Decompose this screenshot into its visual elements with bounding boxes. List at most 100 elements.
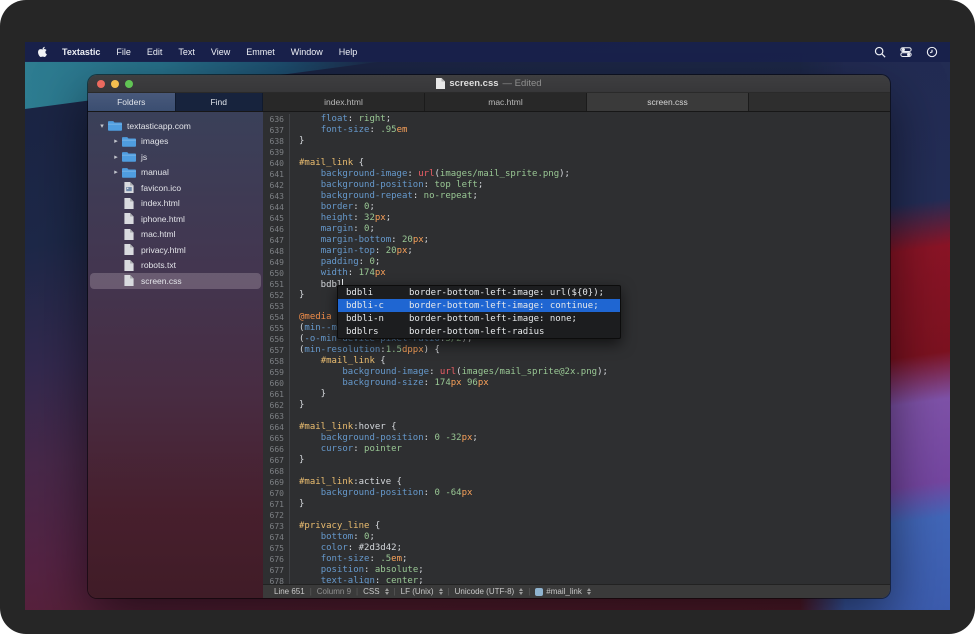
tree-item-favicon-ico[interactable]: favicon.ico	[90, 180, 261, 196]
editor-tab-index-html[interactable]: index.html	[263, 93, 425, 111]
editor-column: 636 float: right;637 font-size: .95em638…	[263, 112, 890, 598]
editor-tab-screen-css[interactable]: screen.css	[587, 93, 749, 111]
code-text: #mail_link {	[290, 356, 386, 367]
code-text: bdbl	[290, 279, 343, 290]
tree-item-label: mac.html	[141, 229, 175, 239]
control-center-icon[interactable]	[899, 46, 912, 59]
chevron-right-icon[interactable]: ▸	[110, 168, 122, 176]
code-line-662: 662}	[263, 400, 890, 411]
line-number: 640	[263, 158, 290, 169]
code-text: (min-resolution:1.5dppx) {	[290, 345, 440, 356]
menu-item-text[interactable]: Text	[178, 47, 195, 57]
menu-item-file[interactable]: File	[116, 47, 131, 57]
autocomplete-desc: border-bottom-left-image: url(${0});	[409, 288, 604, 298]
code-line-658: 658 #mail_link {	[263, 356, 890, 367]
image-file-icon	[122, 182, 136, 193]
code-line-639: 639	[263, 147, 890, 158]
desktop: Textastic File Edit Text View Emmet Window Hel…	[25, 42, 950, 610]
tree-item-textasticapp-com[interactable]: ▾textasticapp.com	[90, 118, 261, 134]
code-text: margin-bottom: 20px;	[290, 235, 429, 246]
code-line-650: 650 width: 174px	[263, 268, 890, 279]
line-number: 674	[263, 532, 290, 543]
code-text	[290, 510, 299, 521]
code-text: margin-top: 20px;	[290, 246, 413, 257]
menu-item-window[interactable]: Window	[291, 47, 323, 57]
code-line-670: 670 background-position: 0 -64px	[263, 488, 890, 499]
code-line-647: 647 margin-bottom: 20px;	[263, 235, 890, 246]
code-text: text-align: center;	[290, 576, 424, 584]
folder-icon	[122, 136, 136, 147]
status-lf-unix[interactable]: LF (Unix)	[396, 587, 448, 596]
status-label: #mail_link	[546, 587, 582, 596]
code-line-669: 669#mail_link:active {	[263, 477, 890, 488]
line-number: 643	[263, 191, 290, 202]
autocomplete-item-bdbli-n[interactable]: bdbli-nborder-bottom-left-image: none;	[338, 312, 620, 325]
code-editor[interactable]: 636 float: right;637 font-size: .95em638…	[263, 112, 890, 584]
status-unicode-utf-8[interactable]: Unicode (UTF-8)	[450, 587, 529, 596]
code-text: background-size: 174px 96px	[290, 378, 489, 389]
close-button[interactable]	[97, 80, 105, 88]
line-number: 671	[263, 499, 290, 510]
code-line-674: 674 bottom: 0;	[263, 532, 890, 543]
sidebar-tab-find[interactable]: Find	[176, 93, 264, 111]
autocomplete-item-bdbli-c[interactable]: bdbli-cborder-bottom-left-image: continu…	[338, 299, 620, 312]
app-window: screen.css — Edited FoldersFind index.ht…	[88, 75, 890, 598]
line-number: 670	[263, 488, 290, 499]
code-text: color: #2d3d42;	[290, 543, 402, 554]
autocomplete-item-bdbli[interactable]: bdbliborder-bottom-left-image: url(${0})…	[338, 286, 620, 299]
chevron-right-icon[interactable]: ▸	[110, 153, 122, 161]
code-text: #privacy_line {	[290, 521, 380, 532]
tree-item-label: robots.txt	[141, 260, 176, 270]
tree-item-robots-txt[interactable]: robots.txt	[90, 258, 261, 274]
code-line-676: 676 font-size: .5em;	[263, 554, 890, 565]
code-text: font-size: .5em;	[290, 554, 407, 565]
zoom-button[interactable]	[125, 80, 133, 88]
tree-item-js[interactable]: ▸ js	[90, 149, 261, 165]
tree-item-privacy-html[interactable]: privacy.html	[90, 242, 261, 258]
code-line-637: 637 font-size: .95em	[263, 125, 890, 136]
chevron-down-icon[interactable]: ▾	[96, 122, 108, 130]
code-text: }	[290, 389, 326, 400]
menu-item-help[interactable]: Help	[339, 47, 358, 57]
line-number: 650	[263, 268, 290, 279]
folder-icon	[108, 120, 122, 131]
tree-item-images[interactable]: ▸images	[90, 134, 261, 150]
code-text: position: absolute;	[290, 565, 424, 576]
editor-tab-mac-html[interactable]: mac.html	[425, 93, 587, 111]
clock-icon[interactable]	[925, 46, 938, 59]
menu-item-edit[interactable]: Edit	[147, 47, 163, 57]
tree-item-iphone-html[interactable]: iphone.html	[90, 211, 261, 227]
line-number: 646	[263, 224, 290, 235]
tree-item-label: index.html	[141, 198, 180, 208]
editor-tabs: index.htmlmac.htmlscreen.css	[263, 93, 890, 111]
sidebar-tab-folders[interactable]: Folders	[88, 93, 176, 111]
code-text: background-image: url(images/mail_sprite…	[290, 169, 570, 180]
status-column-9: Column 9	[312, 587, 356, 596]
code-text: }	[290, 400, 304, 411]
tree-item-manual[interactable]: ▸manual	[90, 165, 261, 181]
code-line-671: 671}	[263, 499, 890, 510]
code-text: border: 0;	[290, 202, 375, 213]
document-icon	[436, 78, 445, 89]
tree-item-index-html[interactable]: index.html	[90, 196, 261, 212]
menu-item-view[interactable]: View	[211, 47, 230, 57]
code-text: background-repeat: no-repeat;	[290, 191, 478, 202]
tree-item-screen-css[interactable]: screen.css	[90, 273, 261, 289]
tree-item-mac-html[interactable]: mac.html	[90, 227, 261, 243]
minimize-button[interactable]	[111, 80, 119, 88]
autocomplete-item-bdblrs[interactable]: bdblrsborder-bottom-left-radius	[338, 325, 620, 338]
window-title-bar[interactable]: screen.css — Edited	[88, 75, 890, 93]
line-number: 667	[263, 455, 290, 466]
menu-item-emmet[interactable]: Emmet	[246, 47, 275, 57]
status-mail-link[interactable]: #mail_link	[530, 587, 596, 596]
tree-item-label: js	[141, 152, 147, 162]
chevron-right-icon[interactable]: ▸	[110, 137, 122, 145]
apple-menu-icon[interactable]	[37, 46, 48, 59]
menu-app-name[interactable]: Textastic	[62, 47, 100, 57]
line-number: 656	[263, 334, 290, 345]
code-line-646: 646 margin: 0;	[263, 224, 890, 235]
search-icon[interactable]	[873, 46, 886, 59]
line-number: 648	[263, 246, 290, 257]
status-css[interactable]: CSS	[358, 587, 393, 596]
window-title: screen.css — Edited	[88, 78, 890, 89]
